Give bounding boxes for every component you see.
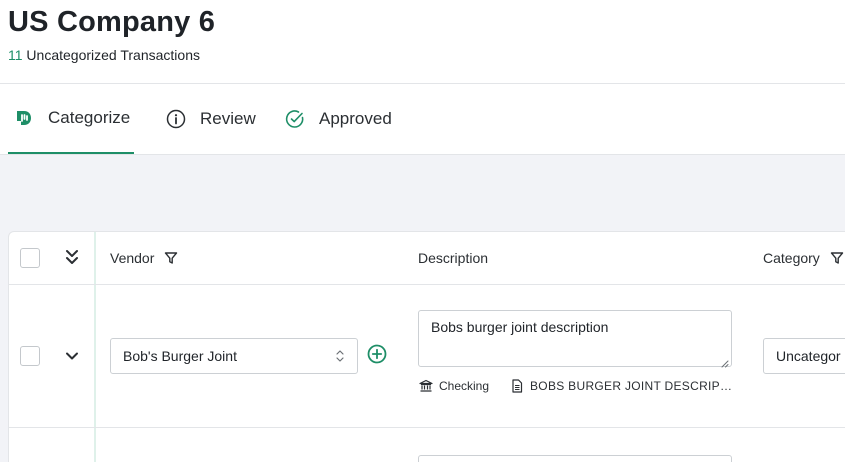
tab-categorize-label: Categorize	[48, 108, 131, 127]
vendor-select[interactable]: Bob's Burger Joint	[110, 338, 358, 374]
chevron-down-icon[interactable]	[65, 349, 79, 363]
categorize-icon	[14, 108, 34, 128]
description-textarea[interactable]: Bobs burger joint description	[418, 310, 732, 368]
memo-meta: BOBS BURGER JOINT DESCRIP…	[510, 379, 732, 393]
uncategorized-label: Uncategorized Transactions	[22, 47, 200, 63]
transactions-table: Vendor Description Category Bob's Burger…	[8, 231, 845, 462]
tab-approved[interactable]: Approved	[285, 84, 392, 154]
memo-text: BOBS BURGER JOINT DESCRIP…	[530, 379, 733, 393]
tab-categorize[interactable]: Categorize	[8, 84, 134, 154]
add-vendor-icon[interactable]	[366, 343, 388, 365]
description-column-header: Description	[418, 250, 488, 266]
category-column-header[interactable]: Category	[763, 250, 844, 266]
info-circle-icon	[166, 109, 186, 129]
tab-bar: Categorize Review Approved	[0, 84, 845, 155]
table-row: Bob's Burger Joint Bobs burger joint des…	[9, 285, 845, 428]
company-title: US Company 6	[8, 6, 216, 38]
uncategorized-count: 11	[8, 47, 23, 63]
vendor-filter-icon[interactable]	[164, 251, 178, 265]
description-textarea-next-row[interactable]	[418, 455, 732, 462]
tab-review[interactable]: Review	[166, 84, 256, 154]
category-select[interactable]: Uncategor	[763, 338, 845, 374]
expand-all-icon[interactable]	[65, 249, 79, 267]
category-header-label: Category	[763, 250, 820, 266]
description-text: Bobs burger joint description	[431, 319, 609, 335]
vendor-header-label: Vendor	[110, 250, 155, 266]
tab-review-label: Review	[200, 109, 256, 128]
check-circle-icon	[285, 109, 305, 129]
page-header: US Company 6 11 Uncategorized Transactio…	[0, 0, 845, 84]
uncategorized-summary: 11 Uncategorized Transactions	[8, 47, 200, 63]
resize-grip-icon[interactable]	[720, 355, 729, 368]
tab-approved-label: Approved	[319, 109, 392, 128]
category-select-value: Uncategor	[776, 348, 841, 364]
vendor-column-header[interactable]: Vendor	[110, 250, 178, 266]
row-checkbox[interactable]	[20, 346, 40, 366]
select-arrows-icon	[335, 348, 345, 364]
account-meta: Checking	[419, 379, 489, 393]
select-all-checkbox[interactable]	[20, 248, 40, 268]
document-icon	[510, 379, 524, 393]
account-name: Checking	[439, 379, 490, 393]
category-filter-icon[interactable]	[830, 251, 844, 265]
vendor-select-value: Bob's Burger Joint	[123, 348, 237, 364]
bank-icon	[419, 379, 433, 393]
table-header-row: Vendor Description Category	[9, 232, 845, 285]
description-header-label: Description	[418, 250, 489, 266]
